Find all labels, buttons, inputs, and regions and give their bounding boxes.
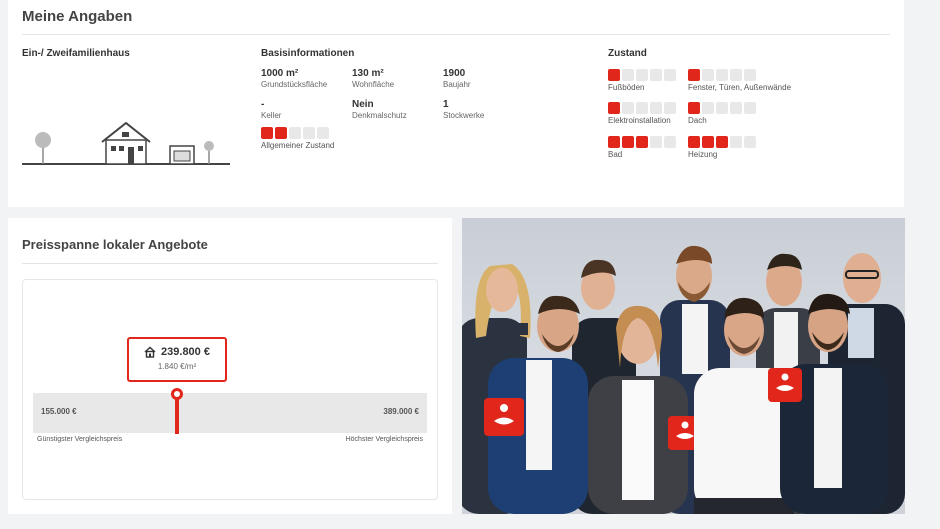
rating-square	[303, 127, 315, 139]
rating-square	[650, 136, 662, 148]
condition-bathroom: Bad	[608, 136, 676, 159]
price-range-panel: 239.800 € 1.840 €/m² 155.000 € 389.000 €…	[22, 279, 438, 500]
rating-square	[664, 102, 676, 114]
price-range-title: Preisspanne lokaler Angebote	[22, 237, 208, 252]
team-photo	[462, 218, 905, 514]
rating-square	[664, 69, 676, 81]
rating-square	[636, 102, 648, 114]
team-photo-illustration	[462, 245, 905, 514]
rating-square	[744, 136, 756, 148]
rating-square	[688, 69, 700, 81]
rating-square	[608, 69, 620, 81]
rating-square	[622, 136, 634, 148]
my-details-card: Meine Angaben Ein-/ Zweifamilienhaus Bas…	[8, 0, 904, 207]
rating-square	[716, 102, 728, 114]
year-built: 1900 Baujahr	[443, 68, 471, 89]
rating-square	[744, 69, 756, 81]
price-estimate-box: 239.800 € 1.840 €/m²	[127, 337, 227, 382]
price-range-bar: 155.000 € 389.000 €	[33, 393, 427, 433]
condition-rating	[608, 136, 676, 148]
rating-square	[702, 69, 714, 81]
highest-price: 389.000 €	[383, 407, 419, 416]
price-marker	[175, 394, 179, 434]
condition-roof: Dach	[688, 102, 756, 125]
house-type-label: Ein-/ Zweifamilienhaus	[22, 48, 130, 59]
condition-rating	[608, 69, 676, 81]
rating-square	[744, 102, 756, 114]
rating-square	[716, 136, 728, 148]
house-icon	[144, 346, 156, 358]
rating-square	[702, 136, 714, 148]
basis-info-title: Basisinformationen	[261, 48, 355, 59]
rating-square	[688, 136, 700, 148]
rating-square	[636, 69, 648, 81]
rating-square	[275, 127, 287, 139]
price-per-sqm: 1.840 €/m²	[157, 362, 197, 371]
condition-windows: Fenster, Türen, Außenwände	[688, 69, 791, 92]
condition-floors: Fußböden	[608, 69, 676, 92]
rating-square	[608, 102, 620, 114]
floors: 1 Stockwerke	[443, 99, 485, 120]
divider	[22, 263, 438, 264]
rating-square	[730, 69, 742, 81]
divider	[22, 34, 890, 35]
price-marker-handle	[171, 388, 183, 400]
condition-title: Zustand	[608, 48, 647, 59]
price-range-card: Preisspanne lokaler Angebote 239.800 € 1…	[8, 218, 452, 514]
rating-square	[622, 102, 634, 114]
rating-square	[702, 102, 714, 114]
condition-rating	[688, 136, 756, 148]
plot-area: 1000 m² Grundstücksfläche	[261, 68, 328, 89]
condition-rating	[688, 102, 756, 114]
condition-rating	[688, 69, 791, 81]
condition-heating: Heizung	[688, 136, 756, 159]
rating-square	[730, 102, 742, 114]
condition-electrical: Elektroinstallation	[608, 102, 676, 125]
lowest-price: 155.000 €	[41, 407, 77, 416]
rating-square	[608, 136, 620, 148]
rating-square	[650, 102, 662, 114]
highest-price-caption: Höchster Vergleichspreis	[345, 436, 423, 443]
basement: - Keller	[261, 99, 282, 120]
my-details-title: Meine Angaben	[22, 8, 133, 25]
estimated-price: 239.800 €	[161, 346, 210, 358]
rating-square	[650, 69, 662, 81]
overall-condition: Allgemeiner Zustand	[261, 127, 334, 150]
rating-square	[261, 127, 273, 139]
rating-square	[716, 69, 728, 81]
rating-square	[289, 127, 301, 139]
rating-square	[636, 136, 648, 148]
monument-protection: Nein Denkmalschutz	[352, 99, 407, 120]
lowest-price-caption: Günstigster Vergleichspreis	[37, 436, 123, 443]
house-illustration	[22, 121, 230, 165]
condition-rating	[261, 127, 334, 139]
rating-square	[730, 136, 742, 148]
rating-square	[317, 127, 329, 139]
living-area: 130 m² Wohnfläche	[352, 68, 395, 89]
condition-rating	[608, 102, 676, 114]
rating-square	[622, 69, 634, 81]
rating-square	[664, 136, 676, 148]
rating-square	[688, 102, 700, 114]
